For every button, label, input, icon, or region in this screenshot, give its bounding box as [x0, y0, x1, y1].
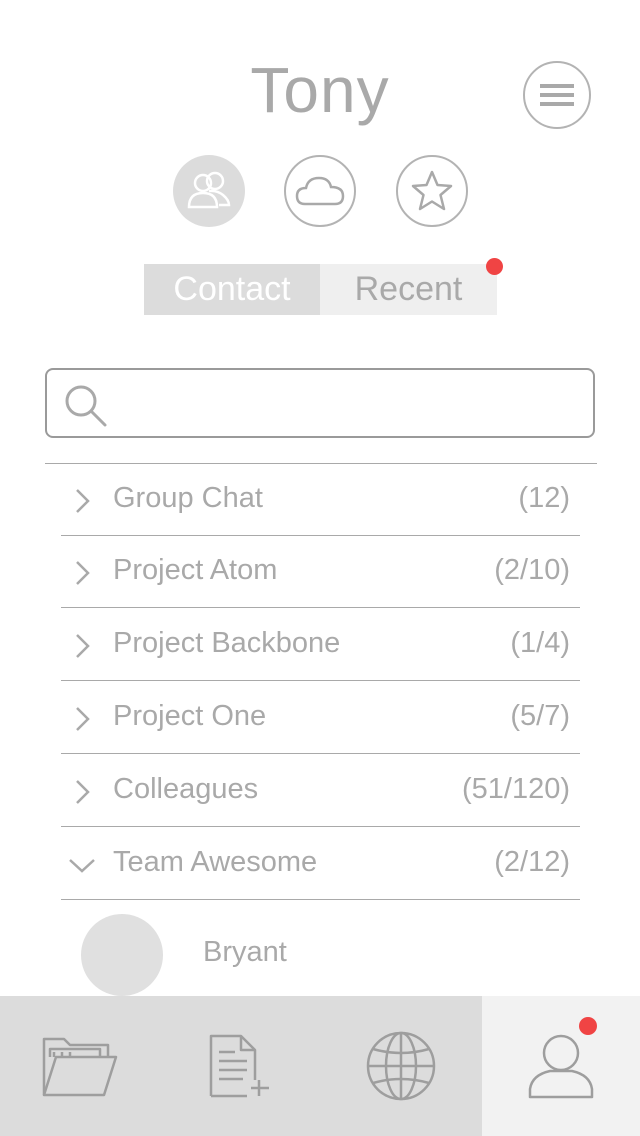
profile-notification-badge — [579, 1017, 597, 1035]
chevron-right-icon — [76, 489, 90, 513]
globe-icon — [366, 1031, 436, 1101]
group-label: Group Chat — [113, 482, 263, 514]
chevron-right-icon — [76, 634, 90, 658]
group-row-project-backbone[interactable]: Project Backbone (1/4) — [61, 609, 580, 681]
member-name[interactable]: Bryant — [203, 936, 287, 969]
chevron-down-icon — [69, 859, 95, 873]
group-count: (12) — [518, 482, 570, 514]
chevron-right-icon — [76, 561, 90, 585]
group-label: Project One — [113, 700, 267, 732]
contact-recent-segmented-control: Contact Recent — [144, 264, 497, 315]
tab-profile[interactable] — [482, 996, 640, 1136]
tab-contact[interactable]: Contact — [144, 264, 320, 315]
group-label: Colleagues — [113, 773, 259, 805]
group-row-group-chat[interactable]: Group Chat (12) — [61, 464, 580, 536]
contacts-icon — [187, 171, 231, 209]
search-icon — [65, 385, 107, 427]
favorites-button[interactable] — [396, 155, 468, 227]
group-count: (51/120) — [461, 773, 570, 805]
contacts-button[interactable] — [173, 155, 245, 227]
star-icon — [411, 170, 453, 211]
cloud-icon — [295, 176, 345, 206]
folder-icon — [42, 1037, 118, 1097]
group-label: Team Awesome — [113, 846, 318, 878]
new-document-icon — [209, 1034, 269, 1098]
avatar[interactable] — [81, 914, 163, 996]
group-label: Project Backbone — [113, 627, 341, 659]
tab-new-document[interactable] — [160, 996, 320, 1136]
chevron-right-icon — [76, 780, 90, 804]
group-row-project-one[interactable]: Project One (5/7) — [61, 682, 580, 754]
tab-recent[interactable]: Recent — [320, 264, 497, 315]
search-input[interactable] — [118, 372, 588, 436]
group-row-project-atom[interactable]: Project Atom (2/10) — [61, 536, 580, 608]
group-count: (5/7) — [510, 700, 570, 732]
profile-icon — [528, 1034, 594, 1099]
group-count: (2/10) — [494, 554, 570, 586]
recent-notification-badge — [486, 258, 503, 275]
tab-explore[interactable] — [320, 996, 482, 1136]
cloud-button[interactable] — [284, 155, 356, 227]
tab-files[interactable] — [0, 996, 160, 1136]
menu-button[interactable] — [523, 61, 591, 129]
group-row-team-awesome[interactable]: Team Awesome (2/12) — [61, 828, 580, 900]
group-row-colleagues[interactable]: Colleagues (51/120) — [61, 755, 580, 827]
group-label: Project Atom — [113, 554, 278, 586]
chevron-right-icon — [76, 707, 90, 731]
hamburger-menu-icon — [540, 84, 574, 106]
group-count: (2/12) — [494, 846, 570, 878]
group-count: (1/4) — [510, 627, 570, 659]
